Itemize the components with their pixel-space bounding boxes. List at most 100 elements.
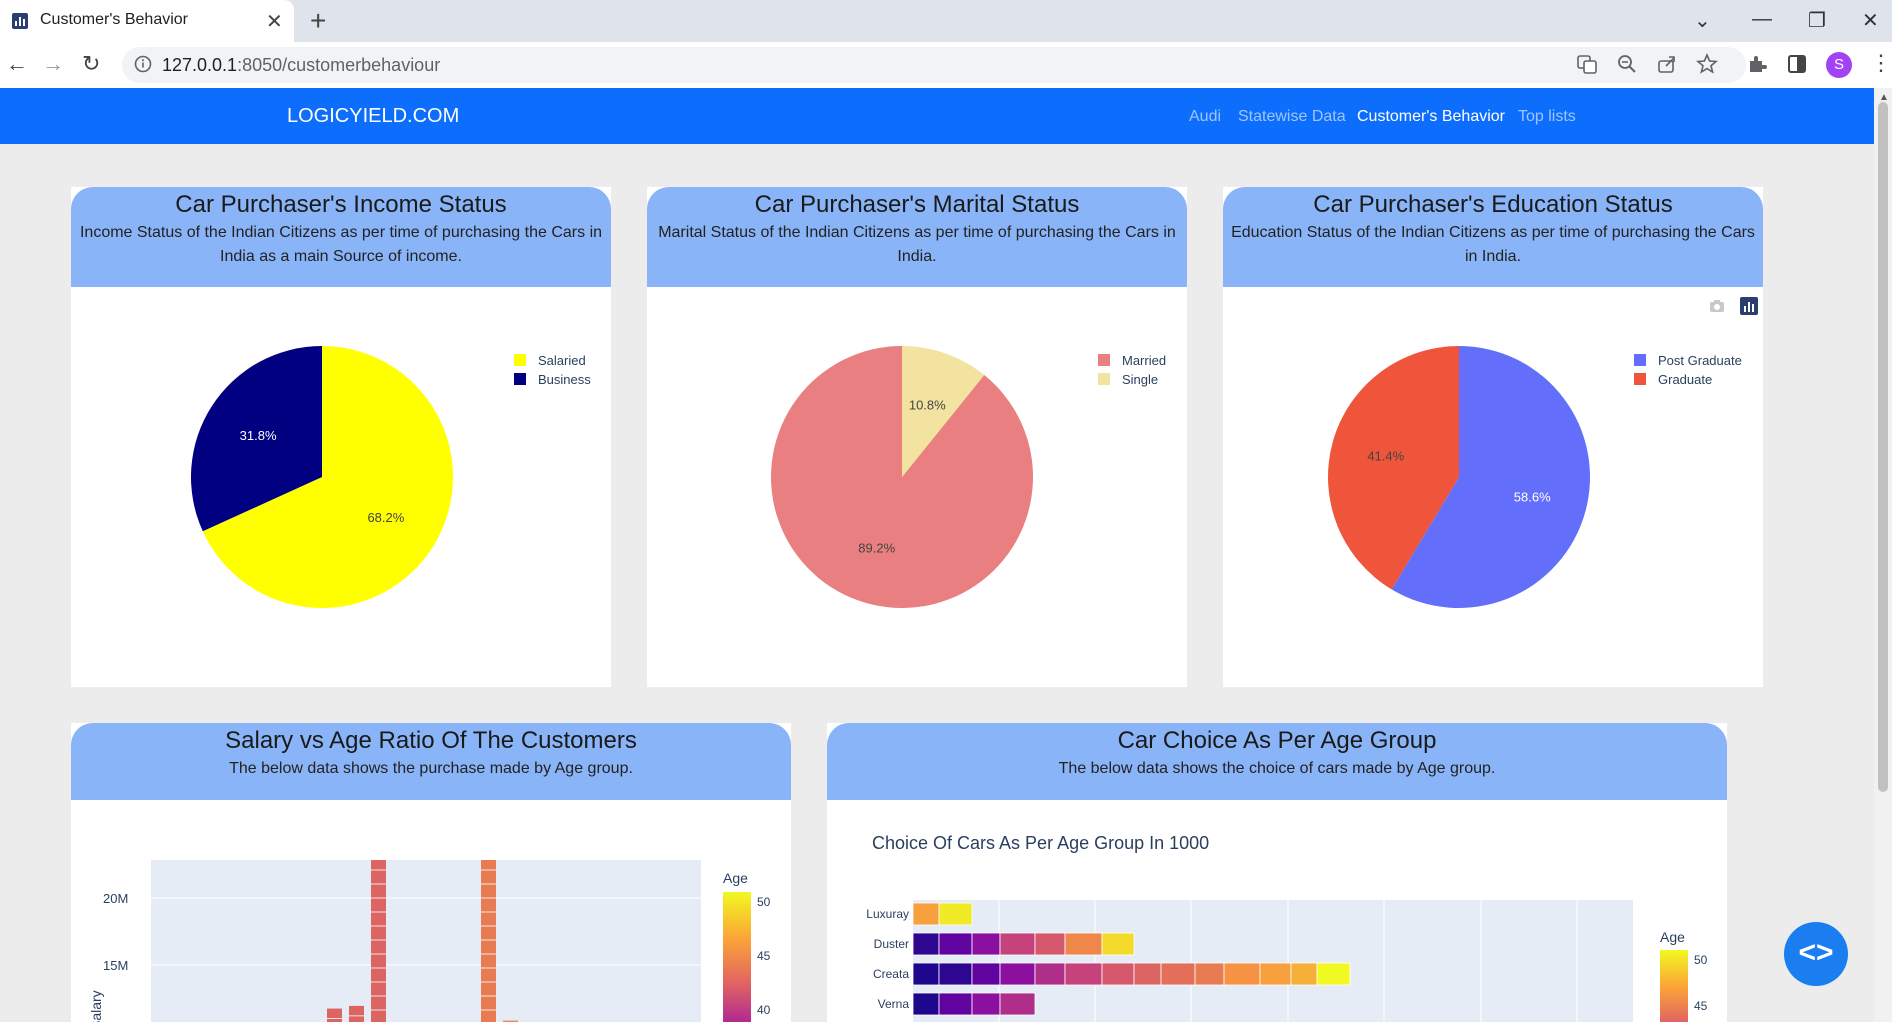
url-text: 127.0.0.1:8050/customerbehaviour xyxy=(162,55,441,75)
income-pie-chart: 68.2% 31.8% xyxy=(191,346,453,608)
minimize-icon[interactable]: — xyxy=(1752,8,1772,31)
carchoice-bar-segment[interactable] xyxy=(1223,962,1261,986)
carchoice-bar-segment[interactable] xyxy=(912,992,940,1016)
code-toggle-button[interactable]: <> xyxy=(1784,922,1848,986)
carchoice-bar-segment[interactable] xyxy=(938,992,973,1016)
education-card-header: Car Purchaser's Education Status Educati… xyxy=(1223,187,1763,287)
education-legend-postgrad[interactable]: Post Graduate xyxy=(1634,353,1742,368)
carchoice-bar-segment[interactable] xyxy=(1133,962,1162,986)
carchoice-chart-title: Choice Of Cars As Per Age Group In 1000 xyxy=(872,833,1209,853)
legend-swatch xyxy=(514,373,526,385)
income-card-title: Car Purchaser's Income Status xyxy=(175,191,507,218)
share-icon[interactable] xyxy=(1656,53,1678,75)
carchoice-bar-segment[interactable] xyxy=(938,902,973,926)
browser-tabstrip: Customer's Behavior ✕ + ⌄ — ❐ ✕ xyxy=(0,0,1892,42)
marital-legend-single[interactable]: Single xyxy=(1098,372,1158,387)
education-card: Car Purchaser's Education Status Educati… xyxy=(1223,187,1763,687)
legend-label: Married xyxy=(1122,353,1167,368)
pie-percent-label: 10.8% xyxy=(909,397,946,412)
carchoice-bar-segment[interactable] xyxy=(1160,962,1196,986)
colorbar-title: Age xyxy=(723,870,748,886)
carchoice-bar-segment[interactable] xyxy=(1259,962,1292,986)
site-info-icon[interactable] xyxy=(134,55,152,73)
carchoice-category-labels: Luxuray Duster Creata Verna xyxy=(866,907,909,1011)
salary-bar-chart: 20M 15M Salary Age 50 45 40 xyxy=(88,860,771,1022)
nav-link-customers-behavior[interactable]: Customer's Behavior xyxy=(1357,108,1505,126)
carchoice-bar-segment[interactable] xyxy=(1194,962,1225,986)
zoom-icon[interactable] xyxy=(1616,53,1638,75)
nav-link-top-lists[interactable]: Top lists xyxy=(1518,108,1576,126)
category-label-creata: Creata xyxy=(873,967,909,981)
profile-avatar[interactable]: S xyxy=(1826,52,1852,78)
tab-search-icon[interactable]: ⌄ xyxy=(1694,8,1711,33)
nav-link-statewise[interactable]: Statewise Data xyxy=(1238,108,1346,126)
reload-icon[interactable]: ↻ xyxy=(82,51,100,77)
carchoice-bar-segment[interactable] xyxy=(1290,962,1318,986)
carchoice-card-title: Car Choice As Per Age Group xyxy=(1117,727,1437,754)
carchoice-bar-segment[interactable] xyxy=(1316,962,1351,986)
carchoice-bar-segment[interactable] xyxy=(1034,962,1066,986)
salary-bar[interactable] xyxy=(349,1005,364,1022)
salary-card-title: Salary vs Age Ratio Of The Customers xyxy=(225,727,637,754)
address-bar[interactable]: 127.0.0.1:8050/customerbehaviour xyxy=(122,47,1746,83)
pie-percent-label: 68.2% xyxy=(367,510,404,525)
age-colorbar xyxy=(1660,950,1688,1022)
nav-link-audi[interactable]: Audi xyxy=(1189,108,1221,126)
bookmark-star-icon[interactable] xyxy=(1696,53,1718,75)
close-window-icon[interactable]: ✕ xyxy=(1862,8,1879,33)
salary-card-header: Salary vs Age Ratio Of The Customers The… xyxy=(71,723,791,800)
carchoice-bar-segment[interactable] xyxy=(938,932,973,956)
carchoice-bar-segment[interactable] xyxy=(1064,932,1103,956)
salary-plot-area xyxy=(151,860,701,1022)
carchoice-bar-segment[interactable] xyxy=(971,932,1001,956)
marital-card-title: Car Purchaser's Marital Status xyxy=(754,191,1080,218)
browser-toolbar: ← → ↻ 127.0.0.1:8050/customerbehaviour S… xyxy=(0,42,1892,88)
translate-icon[interactable] xyxy=(1576,53,1598,75)
carchoice-card-description: The below data shows the choice of cars … xyxy=(1058,760,1496,777)
marital-pie: 89.2% 10.8% xyxy=(771,346,1033,608)
brand-logo[interactable]: LOGICYIELD.COM xyxy=(287,105,459,128)
back-icon[interactable]: ← xyxy=(6,51,28,77)
colorbar-tick: 50 xyxy=(1694,953,1708,967)
browser-tab[interactable]: Customer's Behavior ✕ xyxy=(0,0,294,42)
carchoice-bar-segment[interactable] xyxy=(1034,932,1066,956)
scroll-thumb[interactable] xyxy=(1878,102,1888,792)
marital-legend-married[interactable]: Married xyxy=(1098,353,1166,368)
carchoice-bar-segment[interactable] xyxy=(999,992,1036,1016)
extensions-icon[interactable] xyxy=(1746,53,1768,75)
salary-bar[interactable] xyxy=(327,1008,342,1022)
income-legend-business[interactable]: Business xyxy=(514,372,591,387)
income-card: Car Purchaser's Income Status Income Sta… xyxy=(71,187,611,687)
pie-percent-label: 31.8% xyxy=(240,428,277,443)
side-panel-icon[interactable] xyxy=(1786,53,1808,75)
carchoice-bar-segment[interactable] xyxy=(1101,962,1135,986)
carchoice-bar-segment[interactable] xyxy=(912,902,940,926)
forward-icon[interactable]: → xyxy=(42,51,64,77)
education-card-title: Car Purchaser's Education Status xyxy=(1313,191,1673,218)
carchoice-card: Car Choice As Per Age Group The below da… xyxy=(827,723,1727,1022)
tab-title: Customer's Behavior xyxy=(40,11,188,28)
menu-kebab-icon[interactable]: ⋮ xyxy=(1870,50,1892,76)
carchoice-bar-segment[interactable] xyxy=(912,932,940,956)
carchoice-bar-segment[interactable] xyxy=(971,992,1001,1016)
y-tick-15m: 15M xyxy=(103,958,128,973)
page-scrollbar[interactable]: ▲ xyxy=(1874,88,1892,1022)
carchoice-bar-segment[interactable] xyxy=(1101,932,1135,956)
carchoice-bar-segment[interactable] xyxy=(938,962,973,986)
education-legend-graduate[interactable]: Graduate xyxy=(1634,372,1712,387)
restore-icon[interactable]: ❐ xyxy=(1808,8,1826,33)
carchoice-bar-segment[interactable] xyxy=(912,962,940,986)
new-tab-icon[interactable]: + xyxy=(310,5,326,37)
carchoice-bar-segment[interactable] xyxy=(1064,962,1103,986)
carchoice-bar-segment[interactable] xyxy=(999,962,1036,986)
salary-card-description: The below data shows the purchase made b… xyxy=(229,760,633,777)
income-card-description: Income Status of the Indian Citizens as … xyxy=(79,224,603,265)
legend-label: Post Graduate xyxy=(1658,353,1742,368)
carchoice-bar-segment[interactable] xyxy=(999,932,1036,956)
age-colorbar xyxy=(723,892,751,1022)
carchoice-bar-segment[interactable] xyxy=(971,962,1001,986)
close-tab-icon[interactable]: ✕ xyxy=(266,9,283,34)
income-legend-salaried[interactable]: Salaried xyxy=(514,353,586,368)
category-label-verna: Verna xyxy=(878,997,910,1011)
legend-swatch xyxy=(1634,354,1646,366)
